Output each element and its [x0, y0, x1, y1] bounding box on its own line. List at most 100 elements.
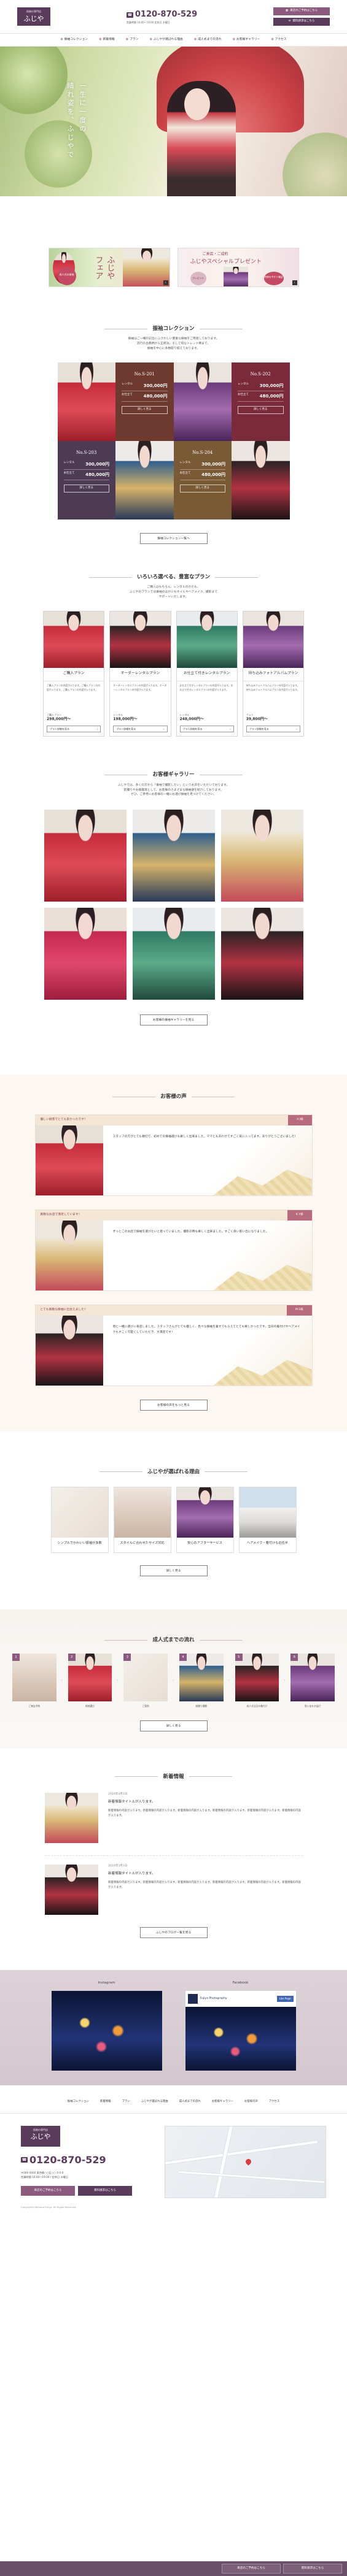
- footer-address: 〒000-0000 東京都○○区○○ 0-0-0 営業時間 10:00〜19:0…: [21, 2171, 68, 2179]
- flow-more-button[interactable]: 詳しく見る: [139, 1720, 208, 1731]
- gallery-photo-fill: [44, 810, 127, 902]
- gallery-more-button[interactable]: お客様の振袖ギャラリーを見る: [139, 1014, 208, 1026]
- news-thumbnail-fill: [44, 1793, 99, 1844]
- collection-photo: [232, 441, 290, 520]
- collection-detail-button[interactable]: 詳しく見る: [122, 406, 168, 414]
- footer-nav-item[interactable]: 成人式までの流れ: [174, 2100, 206, 2104]
- gallery-photo[interactable]: [44, 810, 127, 902]
- nav-item-label: プラン: [130, 37, 139, 41]
- fixed-reserve-button[interactable]: 来店のご予約はこちら: [222, 2564, 281, 2574]
- footer-reserve-button[interactable]: 来店のご予約はこちら: [21, 2185, 75, 2196]
- facebook-page-name: Fujiya Photography: [200, 1996, 227, 2000]
- plans-description: ご購入はもちろん、レンタルのかたも、 ふじやのプランでは振袖のほかにもネイルやヘ…: [129, 586, 218, 599]
- reason-card[interactable]: ヘアメイク・着付けもお任せ: [238, 1487, 297, 1553]
- collection-price-row: お仕立て 480,000円: [179, 470, 225, 481]
- news-headline: 新着情報タイトルが入ります。: [108, 1871, 155, 1876]
- gallery-photo[interactable]: [220, 810, 303, 902]
- voice-item: 優しい接客でとても良かったです！ A.I様 スタッフの方がとても親切で、初めての振…: [34, 1114, 313, 1196]
- footer-nav-item[interactable]: お客様ギャラリー: [206, 2100, 239, 2104]
- footer-main: 振袖の専門店 ふじや ☎ 0120-870-529 〒000-0000 東京都○○…: [0, 2114, 347, 2198]
- collection-item[interactable]: No.S-203 レンタル 300,000円 お仕立て 480,000円 詳しく見る: [57, 441, 174, 520]
- flow-step: 4 前撮り撮影: [179, 1654, 224, 1708]
- plan-detail-button[interactable]: プラン詳細を見る ›: [246, 725, 300, 733]
- reason-card[interactable]: スタイルに合わせたサイズ対応: [113, 1487, 171, 1553]
- logo[interactable]: 振袖の専門店 ふじや: [17, 7, 50, 26]
- plan-photo: [243, 611, 303, 669]
- fair-banner[interactable]: ふじやフェア 成人式の振袖 ›: [48, 248, 170, 287]
- access-map[interactable]: [165, 2125, 326, 2198]
- collection-detail-button[interactable]: 詳しく見る: [63, 485, 109, 493]
- news-more-button[interactable]: ふじやのブログ一覧を見る: [139, 1927, 208, 1939]
- flow-step: 6 思い出をお届け: [290, 1654, 335, 1708]
- voice-comment: 母と一緒に選びに来店しました。スタッフさんがとても優しく、色々な振袖を着せてもら…: [112, 1325, 300, 1334]
- nav-item-flow[interactable]: ● 成人式までの流れ: [189, 37, 227, 42]
- footer-tel[interactable]: ☎ 0120-870-529: [21, 2153, 150, 2167]
- nav-item-gallery[interactable]: ● お客様ギャラリー: [227, 37, 266, 42]
- facebook-like-button[interactable]: Like Page: [276, 1996, 294, 2002]
- hero-copy-line2: 晴れ姿を、ふじやで: [66, 82, 74, 159]
- nav-item-plan[interactable]: ● プラン: [120, 37, 144, 42]
- footer-logo[interactable]: 振袖の専門店 ふじや: [21, 2125, 60, 2147]
- reasons-more-button[interactable]: 詳しく見る: [139, 1565, 208, 1576]
- plan-card[interactable]: オーダーレンタルプラン オーダーレンタルプランの内容が入ります。オーダーレンタル…: [109, 611, 171, 737]
- nav-item-news[interactable]: ● 新着情報: [93, 37, 120, 42]
- reserve-button[interactable]: ▦ 来店のご予約はこちら: [273, 7, 330, 15]
- plan-detail-button[interactable]: プラン詳細を見る ›: [113, 725, 168, 733]
- plan-detail-button[interactable]: プラン詳細を見る ›: [179, 725, 234, 733]
- contact-button[interactable]: ✉ 資料請求はこちら: [273, 18, 330, 26]
- footer-nav-item[interactable]: ふじやが選ばれる理由: [136, 2100, 174, 2104]
- plan-card[interactable]: 持ち込みフォトアルバムプラン 持ち込みフォトアルバムプランの内容が入ります。持ち…: [242, 611, 304, 737]
- header-tel[interactable]: ☎ 0120-870-529: [126, 9, 197, 21]
- footer-nav-item[interactable]: お客様の声: [239, 2100, 263, 2104]
- gallery-photo[interactable]: [132, 810, 215, 902]
- flow-step: 1 ご来店予約: [12, 1654, 57, 1708]
- instagram-feed-image: [51, 1991, 162, 2071]
- plan-card[interactable]: お仕立て付きレンタルプラン お仕立て付きレンタルプランの内容が入ります。お仕立て…: [176, 611, 238, 737]
- hero-copy-line1: 一生に一度の: [78, 82, 87, 134]
- facebook-widget[interactable]: Fujiya Photography Like Page: [185, 1991, 296, 2071]
- collection-item[interactable]: No.S-204 レンタル 300,000円 お仕立て 480,000円 詳しく見る: [173, 441, 290, 520]
- footer-nav-item[interactable]: プラン: [117, 2100, 136, 2104]
- fixed-contact-button[interactable]: 資料請求はこちら: [283, 2564, 342, 2574]
- gallery-photo[interactable]: [132, 908, 215, 1000]
- collection-detail-button[interactable]: 詳しく見る: [179, 485, 225, 493]
- collection-item[interactable]: No.S-202 レンタル 300,000円 お仕立て 480,000円 詳しく見る: [173, 362, 290, 442]
- map-road: [165, 2139, 319, 2166]
- flow-step-number: 1: [12, 1654, 20, 1662]
- nav-item-collection[interactable]: ● 振袖コレクション: [55, 37, 93, 42]
- present-gift-badge: プレゼント: [190, 272, 206, 285]
- footer-contact-button[interactable]: 資料請求はこちら: [78, 2185, 132, 2196]
- collection-more-button[interactable]: 振袖コレクション一覧へ: [139, 533, 208, 545]
- reason-card[interactable]: シンプルでかわいい振袖が多数: [50, 1487, 109, 1553]
- chevron-right-icon: ›: [230, 727, 231, 730]
- collection-detail-button[interactable]: 詳しく見る: [238, 406, 284, 414]
- nav-item-access[interactable]: ● アクセス: [265, 37, 292, 42]
- copyright: Copyright(c)Kimono Fujiya. All Rights Re…: [21, 2205, 77, 2209]
- gallery-photo[interactable]: [220, 908, 303, 1000]
- news-item[interactable]: 2019年3月1日 新着情報タイトルが入ります。 新着情報の内容が入ります。新着…: [44, 1855, 303, 1915]
- news-item[interactable]: 2019年4月1日 新着情報タイトルが入ります。 新着情報の内容が入ります。新着…: [44, 1793, 303, 1844]
- plan-name: ご購入プラン: [44, 668, 104, 682]
- present-banner[interactable]: ご来店・ご成約 ふじやスペシャルプレゼント プレゼント 特典を今すぐ確認 ›: [177, 248, 299, 287]
- plan-detail-button[interactable]: プラン詳細を見る ›: [47, 725, 101, 733]
- footer-nav-item[interactable]: 振袖コレクション: [62, 2100, 95, 2104]
- gallery-photo[interactable]: [44, 908, 127, 1000]
- flow-step-number: 6: [290, 1654, 298, 1662]
- instagram-feed[interactable]: [51, 1991, 162, 2071]
- voice-header: とても素敵な振袖に出会えました！ M.S様: [35, 1305, 312, 1316]
- nav-bullet-icon: ●: [232, 37, 235, 42]
- price-label: お仕立て: [179, 472, 191, 475]
- collection-price-row: お仕立て 480,000円: [122, 391, 168, 402]
- voice-comment: スタッフの方がとても親切で、初めての振袖選びも楽しく出来ました。ママともあわせて…: [112, 1135, 298, 1138]
- voices-more-button[interactable]: お客様の声をもっと見る: [139, 1399, 208, 1411]
- gallery-grid: [44, 810, 303, 1000]
- flow-step-label: 成人式当日の着付け: [246, 1704, 268, 1708]
- plan-card[interactable]: ご購入プラン ご購入プランの内容が入ります。ご購入プランの内容が入ります。ご購入…: [43, 611, 105, 737]
- plan-price: レンタル 198,000円〜: [110, 713, 170, 722]
- collection-item[interactable]: No.S-201 レンタル 300,000円 お仕立て 480,000円 詳しく見る: [57, 362, 174, 442]
- footer-nav-item[interactable]: 新着情報: [95, 2100, 117, 2104]
- footer-nav-item[interactable]: アクセス: [263, 2100, 285, 2104]
- reasons-section: ふじやが選ばれる理由 シンプルでかわいい振袖が多数 スタイルに合わせたサイズ対応…: [0, 1468, 347, 1576]
- nav-item-reasons[interactable]: ● ふじやが選ばれる理由: [144, 37, 188, 42]
- reason-card[interactable]: 安心のアフターサービス: [176, 1487, 234, 1553]
